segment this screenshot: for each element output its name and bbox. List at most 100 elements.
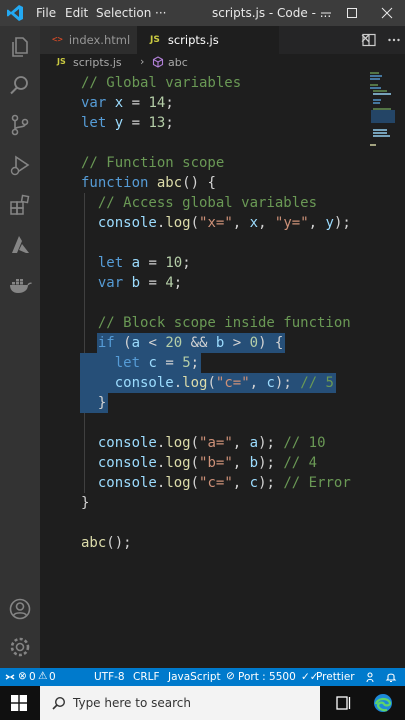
docker-icon[interactable] — [7, 272, 33, 298]
run-debug-icon[interactable] — [7, 152, 33, 178]
code-token: ); — [333, 215, 351, 231]
source-control-icon[interactable] — [7, 112, 33, 138]
code-token: , — [232, 475, 250, 491]
split-editor-icon[interactable] — [362, 33, 376, 47]
code-token: (); — [106, 535, 132, 551]
menu-edit[interactable]: Edit — [65, 6, 88, 20]
code-token: log — [165, 215, 191, 231]
notifications-bell-icon[interactable] — [385, 671, 397, 683]
code-token: x — [249, 215, 259, 231]
menu-file[interactable]: File — [36, 6, 56, 20]
code-token: ; — [165, 115, 174, 131]
task-view-icon[interactable] — [336, 695, 352, 711]
code-line: // Function scope — [81, 153, 224, 173]
taskbar-search-box[interactable]: Type here to search — [40, 686, 320, 720]
code-token: a — [249, 435, 259, 451]
code-token: log — [165, 455, 191, 471]
minimap[interactable] — [365, 72, 405, 668]
code-token: , — [232, 215, 250, 231]
feedback-icon[interactable] — [366, 671, 378, 683]
more-actions-icon[interactable] — [387, 33, 401, 47]
tab-index-html[interactable]: <> index.html — [40, 26, 137, 54]
minimize-icon[interactable] — [315, 3, 337, 23]
code-token: , — [258, 215, 275, 231]
port-icon[interactable]: ⊘ — [226, 670, 235, 682]
code-token: ; — [173, 275, 183, 291]
breadcrumb-symbol[interactable]: abc — [168, 56, 188, 69]
breadcrumb-file[interactable]: scripts.js — [73, 56, 122, 69]
code-token: = — [140, 255, 166, 271]
code-token: ( — [190, 475, 200, 491]
tab-label: index.html — [68, 33, 131, 47]
warning-icon[interactable]: ⚠ — [38, 670, 47, 682]
breadcrumb-separator: › — [140, 55, 145, 68]
code-token: "y=" — [274, 215, 309, 231]
code-token: a — [131, 255, 141, 271]
code-token: ); — [274, 375, 301, 391]
settings-gear-icon[interactable] — [7, 634, 33, 660]
code-line: console.log("x=", x, "y=", y); — [81, 213, 351, 233]
live-server-port[interactable]: Port : 5500 — [238, 671, 296, 683]
code-token: ( — [190, 435, 200, 451]
code-token: // 4 — [283, 455, 318, 471]
code-line: // Global variables — [81, 73, 241, 93]
search-icon[interactable] — [7, 72, 33, 98]
account-icon[interactable] — [7, 596, 33, 622]
code-token: console — [97, 215, 157, 231]
errors-icon[interactable]: ⊗ — [18, 670, 27, 682]
code-token: // Function scope — [81, 155, 225, 171]
code-token: = — [123, 95, 149, 111]
remote-icon[interactable] — [4, 671, 16, 683]
tab-scripts-js[interactable]: JS scripts.js ✕ — [137, 26, 371, 54]
explorer-icon[interactable] — [7, 34, 33, 60]
error-count[interactable]: 0 — [29, 671, 36, 683]
extensions-icon[interactable] — [7, 192, 33, 218]
maximize-icon[interactable] — [341, 3, 363, 23]
code-line: let c = 5; — [81, 353, 199, 373]
code-token: 20 — [165, 335, 183, 351]
code-token: if — [97, 335, 115, 351]
edge-browser-icon[interactable] — [373, 693, 393, 713]
status-bar: ⊗ 0 ⚠ 0 UTF-8 CRLF JavaScript ⊘ Port : 5… — [0, 668, 405, 686]
azure-icon[interactable] — [7, 232, 33, 258]
editor-tab-bar: <> index.html JS scripts.js ✕ — [40, 26, 405, 54]
code-token: && — [182, 335, 216, 351]
code-line: abc(); — [81, 533, 132, 553]
code-token: ; — [190, 355, 200, 371]
title-bar: File Edit Selection ··· scripts.js - Cod… — [0, 0, 405, 26]
vscode-logo-icon — [7, 5, 23, 21]
code-token: let — [97, 255, 124, 271]
code-token: ) { — [258, 335, 284, 351]
search-placeholder: Type here to search — [73, 696, 191, 710]
encoding-status[interactable]: UTF-8 — [94, 671, 125, 683]
code-line: function abc() { — [81, 173, 216, 193]
close-window-icon[interactable] — [376, 3, 398, 23]
eol-status[interactable]: CRLF — [133, 671, 160, 683]
code-line: if (a < 20 && b > 0) { — [81, 333, 284, 353]
menu-selection[interactable]: Selection — [96, 6, 151, 20]
code-token: "c=" — [215, 375, 250, 391]
code-editor[interactable]: // Global variables var x = 14; let y = 13… — [40, 72, 365, 668]
prettier-status[interactable]: Prettier — [316, 671, 355, 683]
code-token: y — [114, 115, 124, 131]
menu-more[interactable]: ··· — [155, 6, 166, 20]
code-token: // Access global variables — [97, 195, 318, 211]
minimap-preview — [370, 72, 395, 146]
code-token: let — [114, 355, 141, 371]
language-status[interactable]: JavaScript — [168, 671, 221, 683]
warning-count[interactable]: 0 — [49, 671, 56, 683]
code-token: ( — [114, 335, 132, 351]
windows-start-icon[interactable] — [11, 695, 27, 711]
code-line: var x = 14; — [81, 93, 174, 113]
code-token: a — [131, 335, 141, 351]
